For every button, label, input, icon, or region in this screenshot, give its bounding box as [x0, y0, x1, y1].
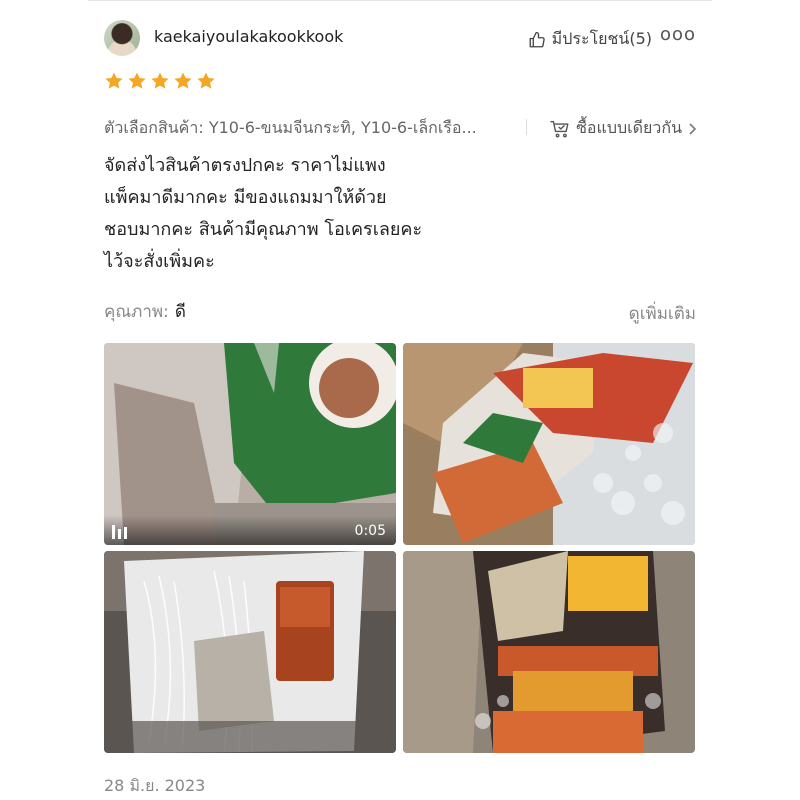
- variation-text: ตัวเลือกสินค้า: Y10-6-ขนมจีนกระทิ, Y10-6…: [104, 118, 477, 137]
- media-gallery: 0:05: [104, 343, 696, 753]
- cart-icon: [550, 120, 569, 137]
- quality-row: คุณภาพ: ดี: [104, 298, 186, 325]
- review-photo[interactable]: [403, 343, 695, 545]
- top-divider: [88, 0, 712, 1]
- review-header: kaekaiyoulakakookkook มีประโยชน์(5) ooo: [104, 20, 696, 56]
- reviewer-username[interactable]: kaekaiyoulakakookkook: [154, 27, 343, 46]
- variation-divider: [526, 119, 527, 135]
- packaged-noodles-image: [403, 343, 695, 545]
- review-date: 28 มิ.ย. 2023: [104, 776, 206, 795]
- instant-food-packs-image: [403, 551, 695, 753]
- buy-same-label: ซื้อแบบเดียวกัน: [576, 118, 682, 137]
- rice-noodle-pack-image: [104, 551, 396, 753]
- star-icon: [151, 72, 169, 89]
- review-line: จัดส่งไวสินค้าตรงปกคะ ราคาไม่แพง: [104, 155, 386, 176]
- buy-same-button[interactable]: ซื้อแบบเดียวกัน: [550, 116, 696, 141]
- review-line: แพ็คมาดีมากคะ มีของแถมมาให้ด้วย: [104, 187, 387, 208]
- quality-label: คุณภาพ:: [104, 302, 169, 322]
- variation-row: ตัวเลือกสินค้า: Y10-6-ขนมจีนกระทิ, Y10-6…: [104, 116, 696, 138]
- video-overlay: 0:05: [104, 515, 396, 545]
- video-duration: 0:05: [354, 523, 386, 539]
- video-icon: [112, 525, 127, 539]
- review-photo[interactable]: [104, 551, 396, 753]
- thumbs-up-icon: [529, 31, 545, 47]
- quality-value: ดี: [174, 302, 186, 322]
- more-icon[interactable]: ooo: [660, 24, 696, 45]
- star-icon: [197, 72, 215, 89]
- review-line: ชอบมากคะ สินค้ามีคุณภาพ โอเครเลยคะ: [104, 219, 423, 240]
- review-photo[interactable]: [403, 551, 695, 753]
- avatar[interactable]: [104, 20, 140, 56]
- star-icon: [105, 72, 123, 89]
- helpful-button[interactable]: มีประโยชน์(5): [528, 27, 652, 52]
- star-icon: [174, 72, 192, 89]
- review-line: ไว้จะสั่งเพิ่มคะ: [104, 251, 215, 272]
- review-text: จัดส่งไวสินค้าตรงปกคะ ราคาไม่แพง แพ็คมาด…: [104, 150, 696, 278]
- review-video-thumbnail[interactable]: 0:05: [104, 343, 396, 545]
- helpful-label: มีประโยชน์(5): [551, 29, 652, 48]
- rating-stars: [104, 71, 216, 91]
- star-icon: [128, 72, 146, 89]
- see-more-link[interactable]: ดูเพิ่มเติม: [629, 300, 696, 327]
- chevron-right-icon: [689, 122, 696, 135]
